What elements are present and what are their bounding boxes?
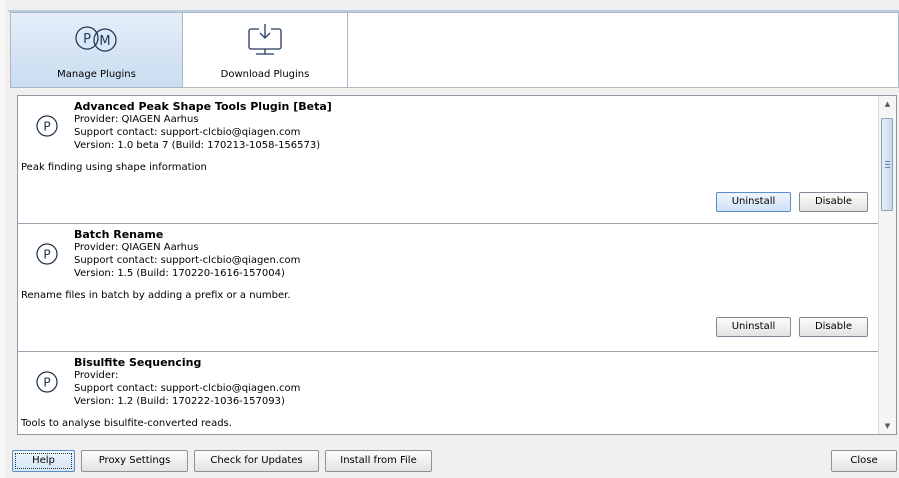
disable-button[interactable]: Disable — [799, 317, 868, 337]
grip-line — [885, 167, 890, 168]
svg-text:M: M — [99, 34, 110, 49]
plugin-provider: Provider: QIAGEN Aarhus — [74, 242, 199, 253]
plugin-provider: Provider: QIAGEN Aarhus — [74, 114, 199, 125]
disable-button[interactable]: Disable — [799, 192, 868, 212]
plugin-name: Bisulfite Sequencing — [74, 356, 202, 369]
plugin-version: Version: 1.5 (Build: 170220-1616-157004) — [74, 268, 285, 279]
dialog-button-bar: Help Proxy Settings Check for Updates In… — [10, 443, 899, 478]
tab-manage-plugins[interactable]: P M Manage Plugins — [11, 13, 183, 87]
check-updates-button[interactable]: Check for Updates — [194, 450, 319, 472]
download-monitor-icon — [248, 24, 282, 55]
plugin-list[interactable]: P Advanced Peak Shape Tools Plugin [Beta… — [17, 95, 897, 435]
grip-line — [885, 164, 890, 165]
plugin-version: Version: 1.2 (Build: 170222-1036-157093) — [74, 396, 285, 407]
uninstall-button[interactable]: Uninstall — [716, 317, 791, 337]
plugin-description: Rename files in batch by adding a prefix… — [21, 290, 291, 301]
install-from-file-button[interactable]: Install from File — [325, 450, 432, 472]
tab-label: Manage Plugins — [57, 69, 136, 80]
plugin-icon-letter: P — [43, 376, 50, 390]
plugin-card: P Batch Rename Provider: QIAGEN Aarhus S… — [18, 224, 878, 352]
window-left-edge — [0, 0, 5, 478]
plugin-icon: P — [36, 371, 58, 393]
plugin-support: Support contact: support-clcbio@qiagen.c… — [74, 383, 301, 394]
grip-line — [885, 161, 890, 162]
uninstall-button[interactable]: Uninstall — [716, 192, 791, 212]
plugin-icon: P — [36, 243, 58, 265]
plugin-description: Peak finding using shape information — [21, 162, 207, 173]
plugin-support: Support contact: support-clcbio@qiagen.c… — [74, 127, 301, 138]
scroll-up-arrow-icon[interactable]: ▲ — [879, 96, 896, 112]
plugin-card: P Advanced Peak Shape Tools Plugin [Beta… — [18, 96, 878, 224]
plugin-support: Support contact: support-clcbio@qiagen.c… — [74, 255, 301, 266]
scroll-thumb[interactable] — [881, 118, 893, 211]
pm-plugins-icon: P M — [74, 26, 117, 52]
help-button[interactable]: Help — [12, 450, 75, 472]
plugin-icon: P — [36, 115, 58, 137]
plugin-provider: Provider: — [74, 370, 119, 381]
plugin-name: Batch Rename — [74, 228, 164, 241]
plugin-version: Version: 1.0 beta 7 (Build: 170213-1058-… — [74, 140, 321, 151]
scroll-down-arrow-icon[interactable]: ▼ — [879, 418, 896, 434]
list-scrollbar[interactable]: ▲ ▼ — [878, 96, 896, 434]
close-button[interactable]: Close — [831, 450, 897, 472]
svg-text:P: P — [83, 32, 91, 47]
plugin-tab-bar: P M Manage Plugins Download Plugins — [10, 12, 899, 88]
plugin-description: Tools to analyse bisulfite-converted rea… — [21, 418, 232, 429]
tab-label: Download Plugins — [220, 69, 310, 80]
proxy-settings-button[interactable]: Proxy Settings — [81, 450, 188, 472]
plugin-card: P Bisulfite Sequencing Provider: Support… — [18, 352, 878, 434]
tab-download-plugins[interactable]: Download Plugins — [183, 13, 348, 87]
plugin-icon-letter: P — [43, 248, 50, 262]
plugin-name: Advanced Peak Shape Tools Plugin [Beta] — [74, 100, 332, 113]
plugin-icon-letter: P — [43, 120, 50, 134]
